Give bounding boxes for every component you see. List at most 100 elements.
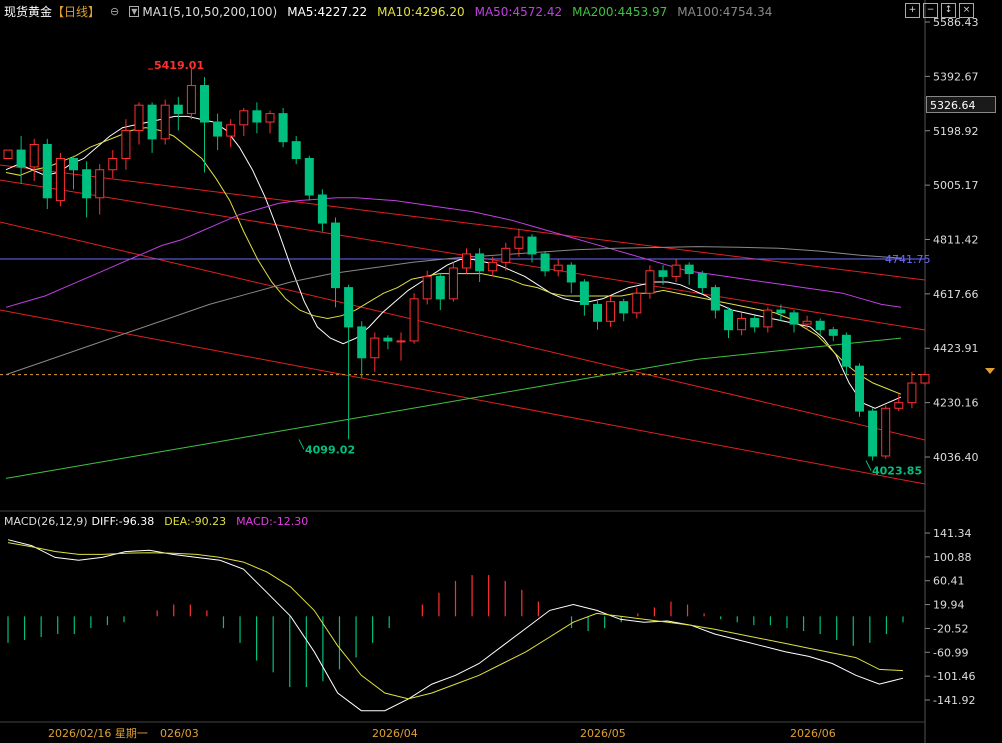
candle-body <box>855 365 864 412</box>
candle-body <box>422 275 432 300</box>
candle-body <box>606 301 616 322</box>
close-icon[interactable]: × <box>959 3 974 18</box>
candle-body <box>710 287 720 311</box>
candle-body <box>488 261 498 272</box>
macd-dea: DEA:-90.23 <box>164 515 227 528</box>
candle-body <box>55 158 65 202</box>
price-tick-label: 4230.16 <box>933 397 979 410</box>
ma50-value: MA50:4572.42 <box>474 4 563 19</box>
candle-body <box>540 253 550 272</box>
ma-title-icon[interactable]: ▼ <box>129 6 140 17</box>
macd-title: MACD(26,12,9) <box>4 515 88 528</box>
current-price-marker <box>985 368 995 374</box>
candle-body <box>501 247 511 263</box>
price-tick-label: 5392.67 <box>933 70 979 83</box>
ma-title: MA1(5,10,50,200,100) <box>142 4 278 19</box>
macd-tick-label: -60.99 <box>933 646 968 659</box>
macd-tick-label: 141.34 <box>933 527 972 540</box>
price-tick-label: 4036.40 <box>933 451 979 464</box>
annotation-pointer <box>298 439 305 450</box>
candle-body <box>69 158 78 171</box>
macd-tick-label: 19.94 <box>933 599 965 612</box>
candle-body <box>894 402 904 409</box>
candle-body <box>396 340 406 343</box>
candle-body <box>95 169 105 199</box>
candle-body <box>593 303 602 322</box>
price-tick-label: 4423.91 <box>933 342 979 355</box>
candle-body <box>684 264 694 275</box>
candle-body <box>239 110 249 126</box>
candle-body <box>619 301 629 314</box>
candle-body <box>213 121 223 137</box>
candle-body <box>724 309 733 331</box>
candle-body <box>553 264 563 272</box>
candle-body <box>776 309 786 314</box>
price-annotation: 5419.01 <box>154 59 204 72</box>
date-label: 2026/02/16 星期一 <box>48 727 148 740</box>
scale-icon[interactable]: ↕ <box>941 3 956 18</box>
candle-body <box>291 141 301 160</box>
candle-body <box>409 298 419 342</box>
candle-body <box>828 329 838 336</box>
candle-body <box>841 334 851 367</box>
candle-body <box>186 85 196 115</box>
macd-tick-label: -101.46 <box>933 670 975 683</box>
candle-body <box>160 104 170 140</box>
candle-body <box>121 129 131 160</box>
candle-body <box>868 410 878 457</box>
horizontal-line-label: 4741.75 <box>885 253 931 266</box>
candle-body <box>566 264 576 283</box>
ma5-value: MA5:4227.22 <box>287 4 368 19</box>
candle-body <box>226 124 236 137</box>
candle-body <box>147 104 157 140</box>
ma-line-ma10 <box>5 127 902 395</box>
candle-body <box>579 281 589 305</box>
price-tick-label: 5198.92 <box>933 125 979 138</box>
price-tick-label: 4811.42 <box>933 233 979 246</box>
ma200-value: MA200:4453.97 <box>572 4 668 19</box>
candle-body <box>331 222 340 289</box>
candle-body <box>448 267 458 300</box>
candlesticks[interactable] <box>3 68 930 461</box>
candle-body <box>462 253 471 269</box>
date-label: 2026/05 <box>580 727 626 740</box>
date-label: 2026/06 <box>790 727 836 740</box>
candle-body <box>750 317 760 328</box>
candle-body <box>252 110 262 123</box>
macd-tick-label: -20.52 <box>933 622 968 635</box>
zoom-out-icon[interactable]: − <box>923 3 938 18</box>
candle-body <box>920 374 930 384</box>
macd-diff: DIFF:-96.38 <box>91 515 155 528</box>
settings-icon[interactable]: ⊖ <box>110 5 119 18</box>
candle-body <box>317 194 327 224</box>
candle-body <box>632 292 642 314</box>
chart-toolbar: + − ↕ × <box>905 3 974 18</box>
candle-body <box>435 275 445 300</box>
macd-tick-label: -141.92 <box>933 694 975 707</box>
zoom-in-icon[interactable]: + <box>905 3 920 18</box>
macd-value: MACD:-12.30 <box>236 515 309 528</box>
candle-body <box>789 312 799 325</box>
candle-body <box>265 113 275 123</box>
macd-tick-label: 100.88 <box>933 551 972 564</box>
candle-body <box>645 270 655 294</box>
period-label[interactable]: 【日线】 <box>52 3 100 20</box>
ma-line-ma200 <box>5 337 902 479</box>
chart-header: 现货黄金 【日线】 ⊖ ▼ MA1(5,10,50,200,100) MA5:4… <box>4 3 772 20</box>
candle-body <box>737 317 747 331</box>
candle-body <box>357 326 367 359</box>
price-tick-label: 5005.17 <box>933 179 979 192</box>
candle-body <box>82 169 92 199</box>
price-tick-label: 4617.66 <box>933 288 979 301</box>
candle-body <box>304 158 314 196</box>
date-label: 2026/04 <box>372 727 418 740</box>
candle-body <box>108 158 118 171</box>
candle-body <box>881 407 891 457</box>
candle-body <box>134 104 144 131</box>
candle-body <box>344 287 354 328</box>
macd-panel <box>7 539 904 712</box>
candle-body <box>3 149 13 160</box>
price-annotation: 4023.85 <box>872 465 922 478</box>
chart-labels: 5419.01 4099.02 4023.85 <box>148 59 922 478</box>
candle-body <box>907 382 917 404</box>
